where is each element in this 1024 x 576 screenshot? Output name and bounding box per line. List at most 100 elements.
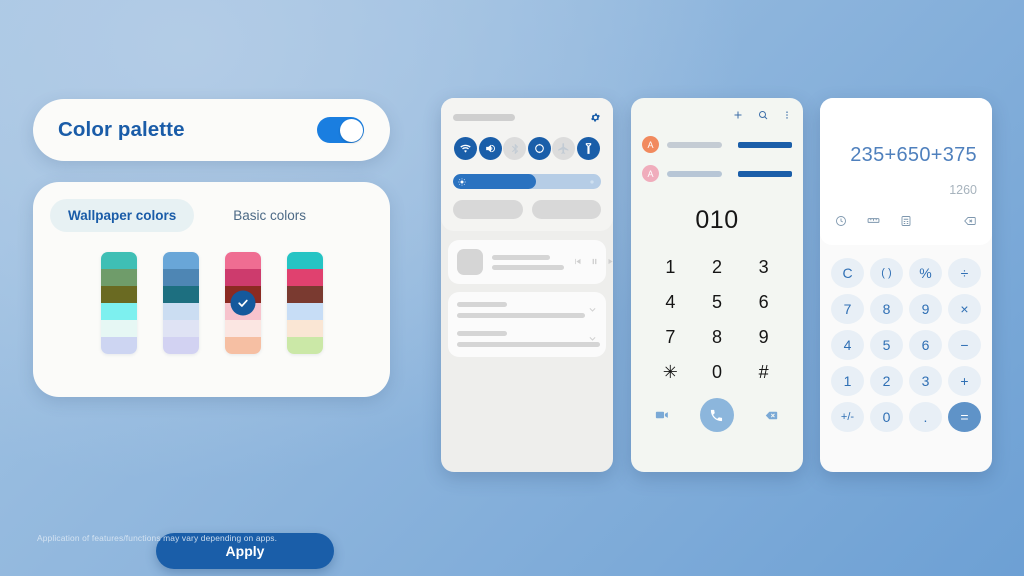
quick-settings-pill[interactable] <box>453 200 523 219</box>
phone-calculator: 235+650+375 1260 C( )% ÷ 7 8 9 × 4 5 6− 1 2 3 + +/- 0.… <box>820 98 992 472</box>
contact-number-placeholder <box>738 141 792 148</box>
call-button[interactable] <box>699 398 734 432</box>
calc-key-[interactable]: % <box>909 258 942 288</box>
quick-toggle-sound[interactable] <box>478 137 502 160</box>
calc-key-4[interactable]: 4 <box>831 330 864 360</box>
calc-key-2[interactable]: 2 <box>870 366 903 396</box>
video-call-icon[interactable] <box>655 408 669 422</box>
swatch-band <box>224 252 261 269</box>
brightness-slider[interactable] <box>453 174 601 189</box>
swatch-band <box>100 269 137 286</box>
contact-suggestion[interactable]: A <box>642 136 792 153</box>
dial-key-6[interactable]: 6 <box>740 285 787 319</box>
chevron-down-icon[interactable] <box>588 301 597 319</box>
notification-title-placeholder <box>457 331 507 336</box>
calc-key-[interactable]: = <box>948 402 981 432</box>
calculator-display: 235+650+375 1260 <box>820 98 992 245</box>
swatch-list <box>33 252 390 354</box>
notification-item[interactable] <box>457 330 600 348</box>
swatch-band <box>286 337 323 354</box>
quick-settings-pill[interactable] <box>531 200 601 219</box>
swatch-band <box>224 320 261 337</box>
calc-key-1[interactable]: 1 <box>831 366 864 396</box>
quick-toggle-flashlight[interactable] <box>576 137 600 160</box>
calc-key-0[interactable]: 0 <box>870 402 903 432</box>
calc-key-[interactable]: +/- <box>831 402 864 432</box>
contact-name-placeholder <box>667 141 722 148</box>
dial-key-#[interactable]: # <box>740 355 787 389</box>
color-swatch-2[interactable] <box>162 252 199 354</box>
color-swatch-1[interactable] <box>100 252 137 354</box>
calc-key-[interactable]: × <box>948 294 981 324</box>
add-contact-icon[interactable] <box>732 108 744 126</box>
swatch-band <box>100 286 137 303</box>
quick-toggle-wifi[interactable] <box>454 137 477 160</box>
swatch-band <box>162 269 199 286</box>
dial-key-5[interactable]: 5 <box>694 285 741 319</box>
dial-key-2[interactable]: 2 <box>694 250 741 284</box>
quick-toggle-airplane-mode[interactable] <box>552 137 576 160</box>
swatch-band <box>286 286 323 303</box>
dial-key-3[interactable]: 3 <box>740 250 787 284</box>
calc-key-[interactable]: ÷ <box>948 258 981 288</box>
notification-item[interactable] <box>457 302 597 318</box>
dial-key-4[interactable]: 4 <box>647 285 694 319</box>
swatch-band <box>286 320 323 337</box>
quick-toggle-bluetooth[interactable] <box>503 137 527 160</box>
calc-key-7[interactable]: 7 <box>831 294 864 324</box>
dial-key-9[interactable]: 9 <box>740 320 787 354</box>
color-swatch-4[interactable] <box>286 252 323 354</box>
brightness-low-icon <box>458 177 466 186</box>
dial-key-7[interactable]: 7 <box>647 320 694 354</box>
more-options-icon[interactable] <box>782 108 792 126</box>
calc-key-3[interactable]: 3 <box>909 366 942 396</box>
scientific-mode-icon[interactable] <box>900 214 912 232</box>
swatch-band <box>224 337 261 354</box>
dialed-number-display: 010 <box>695 206 739 234</box>
backspace-icon[interactable] <box>764 409 779 422</box>
swatch-band <box>162 286 199 303</box>
history-icon[interactable] <box>835 214 847 232</box>
calculator-result: 1260 <box>949 183 977 197</box>
chevron-down-icon[interactable] <box>588 330 597 348</box>
dial-key-✳[interactable]: ✳ <box>647 355 694 389</box>
dial-key-8[interactable]: 8 <box>694 320 741 354</box>
calc-key-6[interactable]: 6 <box>909 330 942 360</box>
pause-icon[interactable] <box>590 253 599 271</box>
swatch-band <box>100 303 137 320</box>
swatch-band <box>100 320 137 337</box>
unit-converter-icon[interactable] <box>867 214 880 232</box>
calc-key-5[interactable]: 5 <box>870 330 903 360</box>
dialer-keypad: 1 2 3 4 5 6 7 8 9 ✳ 0 # <box>631 250 803 389</box>
dial-key-1[interactable]: 1 <box>647 250 694 284</box>
notification-body-placeholder <box>457 313 585 318</box>
quick-toggle-auto-rotate[interactable] <box>527 137 551 160</box>
next-icon[interactable] <box>607 253 613 271</box>
calc-key-[interactable]: . <box>909 402 942 432</box>
gear-icon[interactable] <box>590 112 601 123</box>
dial-key-0[interactable]: 0 <box>694 355 741 389</box>
contact-name-placeholder <box>667 170 722 177</box>
calc-key-[interactable]: + <box>948 366 981 396</box>
contact-suggestion[interactable]: A <box>642 165 792 182</box>
backspace-icon[interactable] <box>963 214 977 232</box>
brightness-high-icon <box>588 178 596 186</box>
toggle-knob <box>339 118 363 142</box>
calc-key-[interactable]: − <box>948 330 981 360</box>
calc-key-C[interactable]: C <box>831 258 864 288</box>
color-swatch-3[interactable] <box>224 252 261 354</box>
calc-key-9[interactable]: 9 <box>909 294 942 324</box>
calc-key-[interactable]: ( ) <box>870 258 903 288</box>
calculator-expression: 235+650+375 <box>850 144 977 166</box>
tab-wallpaper-colors[interactable]: Wallpaper colors <box>50 199 195 232</box>
color-palette-toggle[interactable] <box>317 117 364 143</box>
notification-list <box>448 292 606 357</box>
search-icon[interactable] <box>757 108 769 126</box>
media-track-info <box>492 254 564 270</box>
tab-basic-colors[interactable]: Basic colors <box>215 199 324 232</box>
dialer-action-row <box>642 110 792 124</box>
calc-key-8[interactable]: 8 <box>870 294 903 324</box>
color-palette-panel: Color palette Wallpaper colors Basic col… <box>33 99 390 569</box>
swatch-band <box>162 337 199 354</box>
previous-icon[interactable] <box>573 253 582 271</box>
